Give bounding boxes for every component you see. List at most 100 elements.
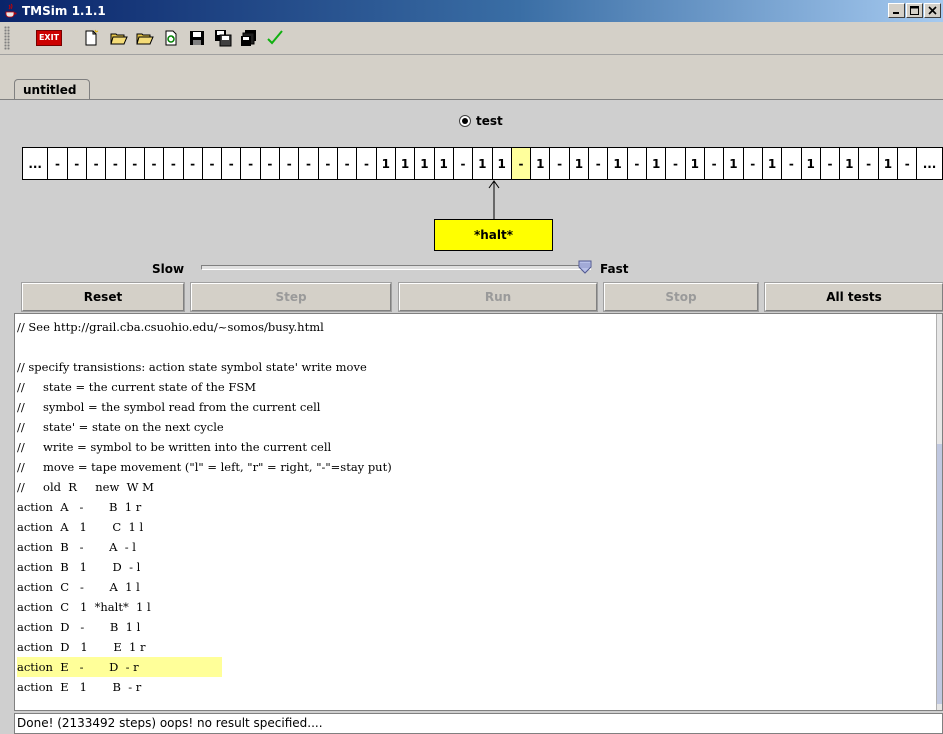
check-button[interactable] <box>264 27 286 49</box>
tape-cell: 1 <box>724 148 744 179</box>
reload-button[interactable] <box>160 27 182 49</box>
editor-scrollbar[interactable] <box>936 314 942 710</box>
tape-cell: - <box>704 148 725 179</box>
tape-cell: - <box>898 148 918 179</box>
code-line[interactable]: action A 1 C 1 l <box>17 517 392 537</box>
test-radio[interactable]: test <box>459 114 503 128</box>
code-line[interactable]: // state' = state on the next cycle <box>17 417 392 437</box>
fast-label: Fast <box>600 262 629 276</box>
current-state-label: *halt* <box>473 228 514 242</box>
tape-cell: 1 <box>647 148 667 179</box>
run-button[interactable]: Run <box>398 282 598 312</box>
tape-cell: - <box>782 148 802 179</box>
tape-cell: - <box>86 148 107 179</box>
tape-cell: 1 <box>569 148 590 179</box>
code-line[interactable]: action A - B 1 r <box>17 497 392 517</box>
maximize-icon <box>910 6 919 15</box>
open-file-alt-button[interactable] <box>134 27 156 49</box>
checkmark-icon <box>267 30 283 45</box>
exit-icon: EXIT <box>35 30 63 46</box>
tape-cell: 1 <box>608 148 628 179</box>
code-line[interactable]: // old R new W M <box>17 477 392 497</box>
tape-cell: - <box>280 148 300 179</box>
tape-cell: - <box>202 148 223 179</box>
tape-cell: 1 <box>840 148 860 179</box>
minimize-icon <box>893 12 899 14</box>
tape-cell: - <box>589 148 609 179</box>
window-controls <box>888 3 941 18</box>
tape-cell: - <box>48 148 68 179</box>
code-line[interactable]: // state = the current state of the FSM <box>17 377 392 397</box>
tape-cell: 1 <box>492 148 512 179</box>
all-tests-button[interactable]: All tests <box>764 282 943 312</box>
code-line[interactable]: // write = symbol to be written into the… <box>17 437 392 457</box>
code-line[interactable]: action D - B 1 l <box>17 617 392 637</box>
tape-cell: ... <box>23 148 49 179</box>
slider-thumb-icon[interactable] <box>578 260 592 274</box>
tape-cell: - <box>357 148 377 179</box>
code-line[interactable]: // See http://grail.cba.csuohio.edu/~som… <box>17 317 392 337</box>
slow-label: Slow <box>152 262 185 276</box>
current-state-box: *halt* <box>434 219 553 251</box>
close-button[interactable] <box>924 3 941 18</box>
tape-cell: 1 <box>415 148 435 179</box>
tape-cell: 1 <box>801 148 821 179</box>
status-text: Done! (2133492 steps) oops! no result sp… <box>17 716 323 730</box>
toolbar-grip[interactable] <box>4 26 10 50</box>
code-line[interactable]: // move = tape movement ("l" = left, "r"… <box>17 457 392 477</box>
code-line[interactable]: action D 1 E 1 r <box>17 637 392 657</box>
radio-selected-icon <box>459 115 471 127</box>
new-file-button[interactable] <box>80 27 102 49</box>
tape-cell: 1 <box>434 148 454 179</box>
save-icon <box>190 31 204 45</box>
code-line[interactable]: action C - A 1 l <box>17 577 392 597</box>
new-file-icon <box>85 29 99 46</box>
window-title: TMSim 1.1.1 <box>22 4 106 18</box>
stop-button[interactable]: Stop <box>603 282 759 312</box>
save-all-icon <box>241 30 256 46</box>
scrollbar-thumb[interactable] <box>937 444 942 704</box>
tab-untitled[interactable]: untitled <box>14 79 90 101</box>
code-line[interactable] <box>17 337 392 357</box>
tape-cell: 1 <box>473 148 493 179</box>
tape: ... - - - - - - - - - - - - - - - - -1 1 1 1-1 1-1-1-1-1-1-1-… <box>22 147 943 180</box>
code-line[interactable]: // symbol = the symbol read from the cur… <box>17 397 392 417</box>
status-bar: Done! (2133492 steps) oops! no result sp… <box>14 713 943 734</box>
tape-cell: - <box>144 148 165 179</box>
tab-strip: untitled <box>0 55 943 101</box>
tape-cell: 1 <box>685 148 705 179</box>
tape-cell: 1 <box>531 148 551 179</box>
tape-cell: - <box>164 148 184 179</box>
tape-cell: - <box>106 148 126 179</box>
tape-cell: - <box>820 148 841 179</box>
tape-cell: 1 <box>878 148 899 179</box>
tape-cell: - <box>453 148 474 179</box>
tape-head-cell: - <box>511 148 532 179</box>
save-button[interactable] <box>186 27 208 49</box>
code-line[interactable]: // specify transistions: action state sy… <box>17 357 392 377</box>
code-line[interactable]: action B - A - l <box>17 537 392 557</box>
minimize-button[interactable] <box>888 3 905 18</box>
code-editor[interactable]: // See http://grail.cba.csuohio.edu/~som… <box>14 313 943 711</box>
code-line[interactable]: action E 1 B - r <box>17 677 392 697</box>
tape-cell: - <box>859 148 879 179</box>
tape-cell: - <box>318 148 338 179</box>
open-file-button[interactable] <box>108 27 130 49</box>
step-button[interactable]: Step <box>190 282 392 312</box>
code-line[interactable]: action B 1 D - l <box>17 557 392 577</box>
code-line[interactable]: action C 1 *halt* 1 l <box>17 597 392 617</box>
tape-cell: - <box>260 148 281 179</box>
head-arrow-icon <box>488 180 500 220</box>
speed-slider[interactable] <box>201 260 592 274</box>
simulation-panel: test ... - - - - - - - - - - - - - - - - -1 1 1 1-1 1-1-1-1-1… <box>0 100 943 313</box>
save-all-button[interactable] <box>238 27 260 49</box>
exit-button[interactable]: EXIT <box>35 27 63 49</box>
tape-cell: 1 <box>376 148 396 179</box>
code-line-highlighted[interactable]: action E - D - r <box>17 657 222 677</box>
code-text[interactable]: // See http://grail.cba.csuohio.edu/~som… <box>17 317 392 697</box>
save-as-button[interactable] <box>212 27 234 49</box>
tape-cell: - <box>67 148 87 179</box>
maximize-button[interactable] <box>906 3 923 18</box>
reset-button[interactable]: Reset <box>21 282 185 312</box>
test-radio-label: test <box>476 114 503 128</box>
